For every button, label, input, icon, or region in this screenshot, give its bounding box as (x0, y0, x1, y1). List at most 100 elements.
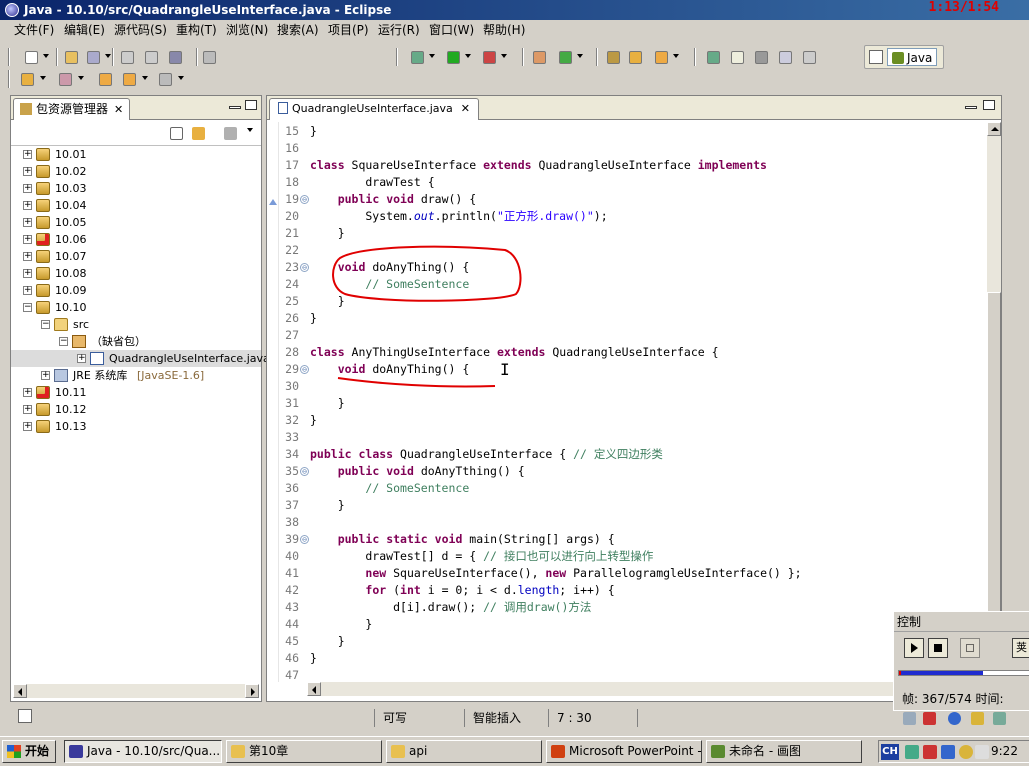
collapse-code-icon[interactable]: ⊖ (300, 195, 309, 204)
control-panel-title[interactable]: 控制 (894, 612, 1029, 632)
taskbar-task[interactable]: 未命名 - 画图 (706, 740, 862, 763)
status-tray-icon[interactable] (968, 709, 986, 727)
expand-icon[interactable]: + (23, 405, 32, 414)
code-line[interactable]: 32} (267, 412, 987, 429)
menu-item[interactable]: 项目(P) (326, 22, 371, 38)
status-tray-icon[interactable] (920, 709, 938, 727)
code-line[interactable]: 45 } (267, 633, 987, 650)
collapse-code-icon[interactable]: ⊖ (300, 365, 309, 374)
link-with-editor-button[interactable] (189, 124, 207, 142)
expand-icon[interactable]: + (23, 252, 32, 261)
expand-icon[interactable]: + (23, 388, 32, 397)
code-line[interactable]: 15} (267, 123, 987, 140)
code-line[interactable]: 27 (267, 327, 987, 344)
search-wand-button[interactable] (652, 48, 670, 66)
open-perspective-icon[interactable] (869, 50, 883, 64)
back-history-button[interactable] (96, 70, 114, 88)
next-edit-location-button[interactable] (18, 70, 36, 88)
chevron-down-icon[interactable] (577, 54, 583, 58)
status-tray-icon[interactable] (990, 709, 1008, 727)
tray-icon[interactable] (975, 745, 989, 759)
debug-button[interactable] (408, 48, 426, 66)
close-icon[interactable]: ✕ (114, 103, 123, 116)
collapse-code-icon[interactable]: ⊖ (300, 263, 309, 272)
menu-item[interactable]: 编辑(E) (62, 22, 107, 38)
tree-item[interactable]: − （缺省包） (11, 333, 261, 350)
tree-item[interactable]: +10.05 (11, 214, 261, 231)
code-line[interactable]: 25 } (267, 293, 987, 310)
expand-icon[interactable]: + (23, 167, 32, 176)
chevron-down-icon[interactable] (178, 76, 184, 80)
tree-item[interactable]: +10.06 (11, 231, 261, 248)
chevron-down-icon[interactable] (429, 54, 435, 58)
new-interface-button[interactable] (556, 48, 574, 66)
show-source-button[interactable] (776, 48, 794, 66)
scroll-left-button[interactable] (13, 684, 27, 698)
code-line[interactable]: 38 (267, 514, 987, 531)
tree-item[interactable]: +10.07 (11, 248, 261, 265)
stop-button[interactable] (928, 638, 948, 658)
menu-item[interactable]: 重构(T) (174, 22, 219, 38)
expand-icon[interactable]: + (23, 286, 32, 295)
expand-icon[interactable]: + (23, 422, 32, 431)
status-tray-icon[interactable] (945, 709, 963, 727)
new-class-button[interactable] (530, 48, 548, 66)
save-all-button[interactable] (62, 48, 80, 66)
code-line[interactable]: 42 for (int i = 0; i < d.length; i++) { (267, 582, 987, 599)
code-line[interactable]: 29 ⊖ void doAnyThing() { (267, 361, 987, 378)
start-button[interactable]: 开始 (2, 740, 56, 763)
menu-item[interactable]: 帮助(H) (481, 22, 527, 38)
fast-view-icon[interactable] (18, 709, 32, 723)
collapse-icon[interactable]: − (59, 337, 68, 346)
open-type-button[interactable] (604, 48, 622, 66)
scroll-up-button[interactable] (987, 122, 1001, 136)
pilcrow-button[interactable] (800, 48, 818, 66)
tray-icon[interactable] (923, 745, 937, 759)
tree-item[interactable]: +10.01 (11, 146, 261, 163)
code-line[interactable]: 21 } (267, 225, 987, 242)
status-tray-icon[interactable] (900, 709, 918, 727)
open-folder-button[interactable] (626, 48, 644, 66)
tree-item[interactable]: +10.11 (11, 384, 261, 401)
code-line[interactable]: 43 d[i].draw(); // 调用draw()方法 (267, 599, 987, 616)
code-line[interactable]: 24 // SomeSentence (267, 276, 987, 293)
chevron-down-icon[interactable] (673, 54, 679, 58)
code-line[interactable]: 26} (267, 310, 987, 327)
menu-item[interactable]: 搜索(A) (275, 22, 321, 38)
collapse-code-icon[interactable]: ⊖ (300, 535, 309, 544)
editor-tab-quadrangle[interactable]: QuadrangleUseInterface.java ✕ (269, 98, 479, 120)
tray-icon[interactable] (959, 745, 973, 759)
tray-icon[interactable] (941, 745, 955, 759)
minimize-icon[interactable] (965, 106, 977, 109)
print-button[interactable] (142, 48, 160, 66)
java-perspective-button[interactable]: Java (887, 48, 938, 66)
code-line[interactable]: 30 (267, 378, 987, 395)
window-title-bar[interactable]: Java - 10.10/src/QuadrangleUseInterface.… (0, 0, 1029, 20)
code-area[interactable]: 15} 16 17 class SquareUseInterface extends … (267, 122, 987, 682)
close-icon[interactable]: ✕ (461, 102, 470, 115)
code-line[interactable]: 23 ⊖ void doAnyThing() { (267, 259, 987, 276)
tree-item[interactable]: +10.09 (11, 282, 261, 299)
collapse-code-icon[interactable]: ⊖ (300, 467, 309, 476)
expand-icon[interactable]: + (23, 269, 32, 278)
code-line[interactable]: 40 drawTest[] d = { // 接口也可以进行向上转型操作 (267, 548, 987, 565)
collapse-icon[interactable]: − (23, 303, 32, 312)
code-line[interactable]: 22 (267, 242, 987, 259)
expand-icon[interactable]: + (23, 201, 32, 210)
scroll-right-button[interactable] (245, 684, 259, 698)
editor-vertical-scrollbar[interactable] (987, 122, 1001, 682)
menu-item[interactable]: 窗口(W) (427, 22, 476, 38)
tree-item[interactable]: +10.04 (11, 197, 261, 214)
code-line[interactable]: 31 } (267, 395, 987, 412)
pin-button[interactable] (200, 48, 218, 66)
code-line[interactable]: 17 class SquareUseInterface extends Quadr… (267, 157, 987, 174)
last-edit-location-button[interactable] (56, 70, 74, 88)
maximize-icon[interactable] (983, 100, 995, 110)
external-tools-button[interactable] (480, 48, 498, 66)
search-button[interactable] (166, 48, 184, 66)
tree-item[interactable]: − src (11, 316, 261, 333)
menu-item[interactable]: 源代码(S) (112, 22, 169, 38)
tree-item[interactable]: +10.13 (11, 418, 261, 435)
chevron-down-icon[interactable] (78, 76, 84, 80)
tray-icon[interactable] (905, 745, 919, 759)
